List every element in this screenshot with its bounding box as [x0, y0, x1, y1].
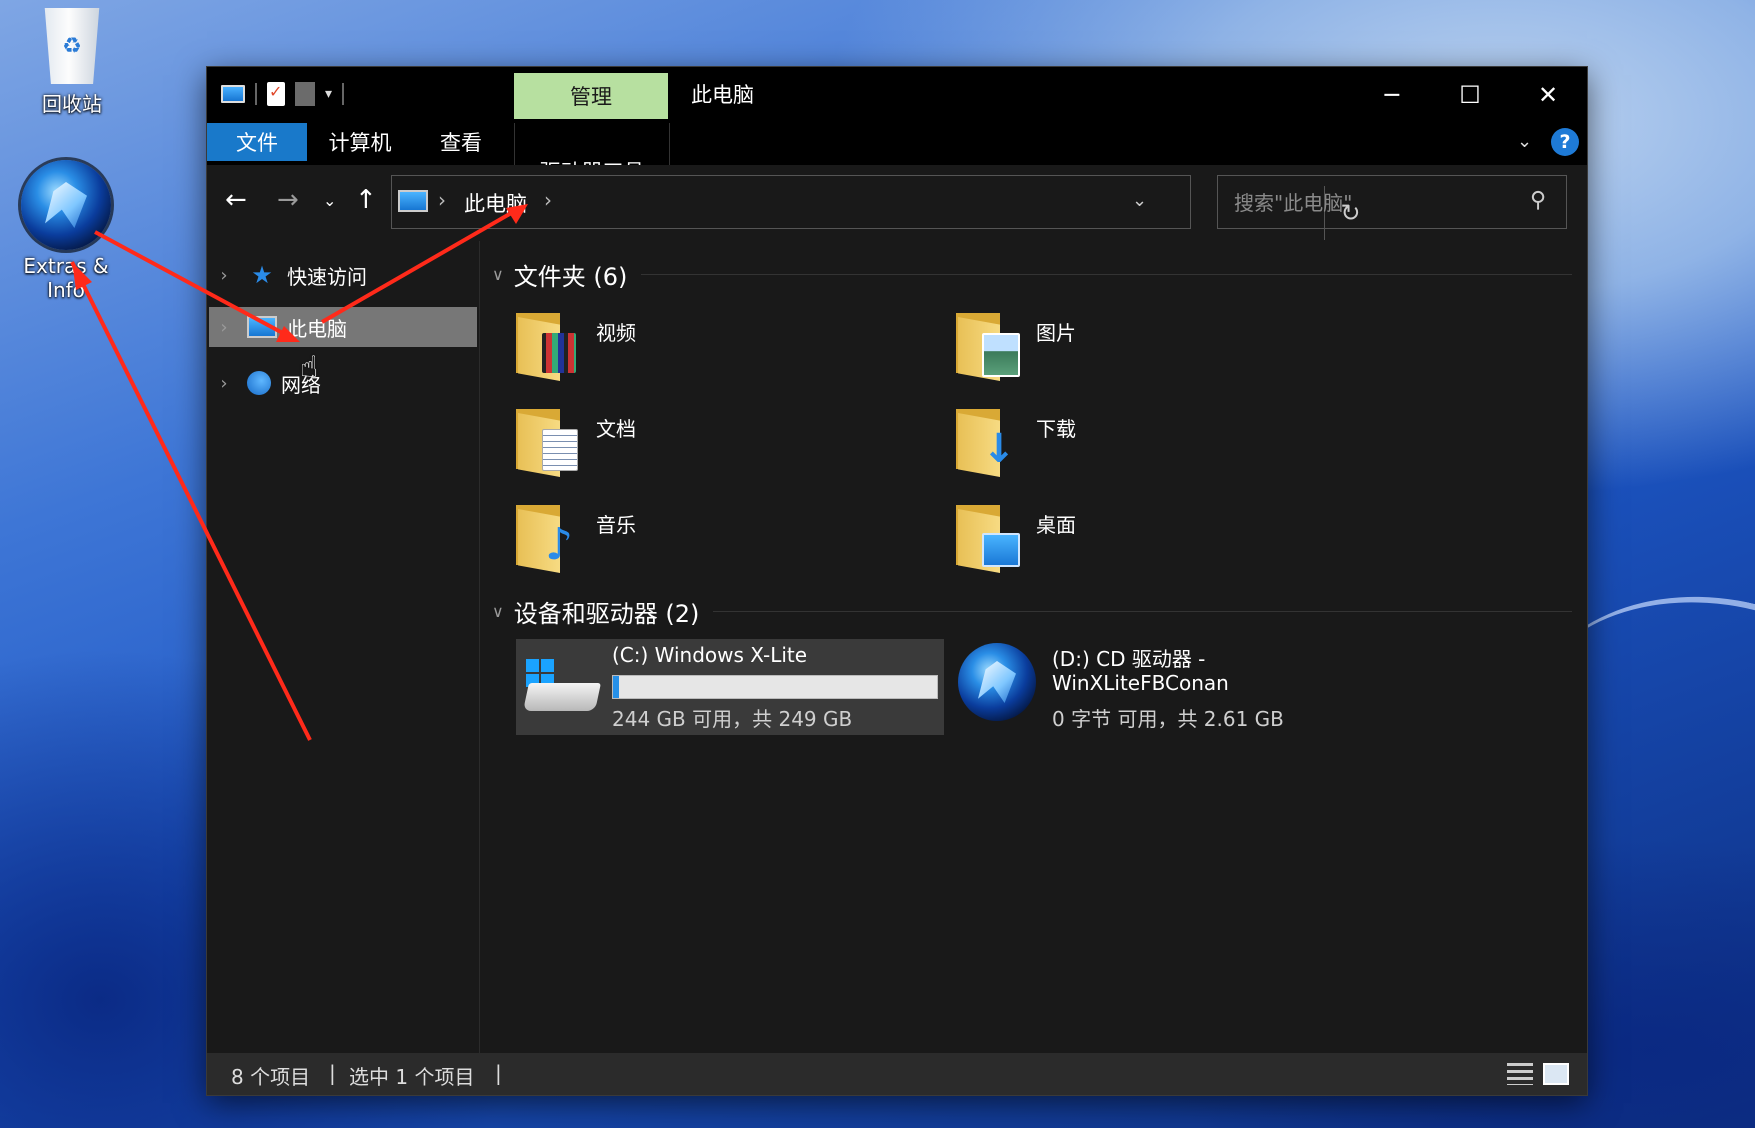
- pictures-folder-icon: [956, 309, 1020, 381]
- breadcrumb-this-pc[interactable]: 此电脑: [464, 188, 527, 218]
- music-folder-icon: ♪: [516, 501, 580, 573]
- folder-label: 桌面: [1036, 513, 1076, 537]
- title-bar[interactable]: ▾ 管理 此电脑 ─ ☐ ✕: [207, 67, 1587, 123]
- expand-chevron-icon[interactable]: ›: [209, 317, 239, 338]
- recycle-bin-label: 回收站: [42, 92, 102, 116]
- section-divider: [713, 611, 1572, 612]
- devices-section-header[interactable]: ∨ 设备和驱动器 (2): [492, 594, 1572, 629]
- nav-item-quick-access[interactable]: › ★ 快速访问: [209, 255, 477, 295]
- nav-item-label: 此电脑: [287, 316, 347, 341]
- nav-item-label: 快速访问: [287, 264, 367, 289]
- context-tab-manage[interactable]: 管理: [514, 73, 668, 119]
- hard-drive-icon: [523, 659, 601, 715]
- drive-name-line2: WinXLiteFBConan: [1052, 671, 1229, 695]
- pc-icon[interactable]: [221, 85, 245, 103]
- desktop-icon-extras-info[interactable]: Extras & Info: [6, 160, 126, 302]
- star-icon: ★: [251, 261, 273, 289]
- maximize-button[interactable]: ☐: [1431, 67, 1509, 123]
- back-button[interactable]: ←: [225, 185, 247, 215]
- file-explorer-window: ▾ 管理 此电脑 ─ ☐ ✕ 文件 计算机 查看 驱动器工具 ⌄ ? ← → ⌄…: [207, 67, 1587, 1095]
- help-button[interactable]: ?: [1551, 128, 1579, 156]
- network-icon: [247, 371, 271, 395]
- quick-access-toolbar: ▾: [221, 79, 345, 109]
- new-folder-icon[interactable]: [295, 82, 315, 106]
- address-bar[interactable]: › 此电脑 › ⌄ ↻: [391, 175, 1361, 240]
- desktop-icon-recycle-bin[interactable]: ♻ 回收站: [12, 8, 132, 117]
- nav-item-network[interactable]: › 网络: [209, 363, 477, 403]
- tab-file[interactable]: 文件: [207, 123, 307, 161]
- extras-label: Extras & Info: [23, 254, 109, 302]
- content-pane: ∨ 文件夹 (6) 视频 图片 文档 ↓ 下载 ♪ 音乐 桌面 ∨ 设备和驱动器…: [480, 241, 1587, 1053]
- status-separator: |: [495, 1061, 502, 1085]
- forward-button[interactable]: →: [277, 185, 299, 215]
- status-separator: |: [329, 1061, 336, 1085]
- drive-usage-bar: [612, 675, 938, 699]
- qat-separator: [342, 83, 345, 105]
- recent-locations-chevron-icon[interactable]: ⌄: [323, 191, 336, 210]
- recycle-bin-icon: ♻: [44, 8, 100, 84]
- collapse-chevron-icon[interactable]: ∨: [492, 602, 504, 621]
- section-divider: [641, 274, 1572, 275]
- folder-label: 下载: [1036, 417, 1076, 441]
- video-folder-icon: [516, 309, 580, 381]
- expand-chevron-icon[interactable]: ›: [209, 373, 239, 394]
- folders-header-label: 文件夹 (6): [513, 263, 628, 291]
- window-title: 此电脑: [691, 83, 754, 107]
- navigation-bar: ← → ⌄ ↑ › 此电脑 › ⌄ ↻ ⚲: [207, 165, 1587, 241]
- customize-qat-icon[interactable]: ▾: [325, 86, 332, 102]
- desktop-folder-icon: [956, 501, 1020, 573]
- expand-chevron-icon[interactable]: ›: [209, 265, 239, 286]
- close-button[interactable]: ✕: [1509, 67, 1587, 123]
- large-icons-view-icon[interactable]: [1543, 1063, 1569, 1085]
- address-dropdown-chevron-icon[interactable]: ⌄: [1132, 190, 1147, 211]
- selected-count: 选中 1 个项目: [349, 1065, 475, 1089]
- up-button[interactable]: ↑: [355, 185, 377, 215]
- folder-label: 视频: [596, 321, 636, 345]
- pc-icon: [398, 190, 428, 212]
- search-icon: ⚲: [1530, 188, 1547, 213]
- cd-drive-icon: [958, 643, 1036, 721]
- drive-c[interactable]: (C:) Windows X-Lite 244 GB 可用，共 249 GB: [516, 639, 944, 735]
- drive-usage-fill: [613, 676, 620, 698]
- qat-separator: [255, 83, 257, 105]
- downloads-folder-icon: ↓: [956, 405, 1020, 477]
- folder-downloads[interactable]: ↓ 下载: [956, 405, 1376, 493]
- tab-computer[interactable]: 计算机: [307, 123, 413, 161]
- collapse-chevron-icon[interactable]: ∨: [492, 265, 504, 284]
- folder-label: 音乐: [596, 513, 636, 537]
- folder-label: 文档: [596, 417, 636, 441]
- drive-free-space: 244 GB 可用，共 249 GB: [612, 707, 853, 731]
- search-input[interactable]: [1218, 176, 1536, 230]
- expand-ribbon-chevron-icon[interactable]: ⌄: [1517, 131, 1532, 152]
- properties-icon[interactable]: [267, 82, 285, 106]
- folder-label: 图片: [1036, 321, 1076, 345]
- breadcrumb-chevron-icon[interactable]: ›: [438, 188, 446, 212]
- hand-cursor-icon: ☝: [300, 350, 319, 385]
- status-bar: 8 个项目 | 选中 1 个项目 |: [207, 1053, 1587, 1095]
- breadcrumb-chevron-icon[interactable]: ›: [544, 188, 552, 212]
- drive-free-space: 0 字节 可用，共 2.61 GB: [1052, 707, 1284, 731]
- drive-name: (C:) Windows X-Lite: [612, 643, 808, 667]
- documents-folder-icon: [516, 405, 580, 477]
- pc-icon: [247, 316, 277, 338]
- devices-header-label: 设备和驱动器 (2): [513, 600, 700, 628]
- search-box[interactable]: ⚲: [1217, 175, 1567, 230]
- folder-music[interactable]: ♪ 音乐: [516, 501, 936, 589]
- tab-view[interactable]: 查看: [413, 123, 509, 161]
- folder-documents[interactable]: 文档: [516, 405, 936, 493]
- drive-d[interactable]: (D:) CD 驱动器 - WinXLiteFBConan 0 字节 可用，共 …: [956, 639, 1384, 735]
- item-count: 8 个项目: [231, 1065, 311, 1089]
- details-view-icon[interactable]: [1507, 1063, 1533, 1085]
- nav-item-this-pc[interactable]: › 此电脑: [209, 307, 477, 347]
- minimize-button[interactable]: ─: [1353, 67, 1431, 123]
- folder-videos[interactable]: 视频: [516, 309, 936, 397]
- folder-pictures[interactable]: 图片: [956, 309, 1376, 397]
- navigation-pane: › ★ 快速访问 › 此电脑 › 网络: [207, 241, 480, 1053]
- ribbon-tabs: 文件 计算机 查看 驱动器工具 ⌄ ?: [207, 119, 1587, 219]
- folder-desktop[interactable]: 桌面: [956, 501, 1376, 589]
- drive-name-line1: (D:) CD 驱动器 -: [1052, 647, 1206, 671]
- extras-orb-icon: [21, 160, 111, 250]
- folders-section-header[interactable]: ∨ 文件夹 (6): [492, 257, 1572, 292]
